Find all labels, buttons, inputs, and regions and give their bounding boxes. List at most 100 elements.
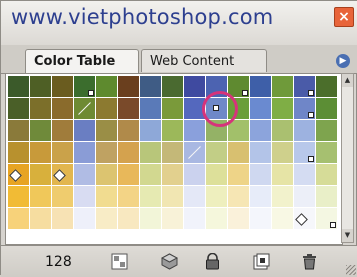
color-swatch[interactable] — [96, 98, 117, 119]
color-swatch[interactable] — [74, 76, 95, 97]
color-swatch[interactable] — [52, 186, 73, 207]
color-swatch[interactable] — [74, 208, 95, 229]
color-swatch[interactable] — [162, 164, 183, 185]
color-swatch[interactable] — [74, 142, 95, 163]
color-swatch[interactable] — [30, 142, 51, 163]
color-swatch[interactable] — [272, 164, 293, 185]
color-swatch[interactable] — [52, 142, 73, 163]
color-swatch[interactable] — [118, 76, 139, 97]
resize-grip-icon[interactable] — [346, 265, 356, 275]
color-swatch[interactable] — [162, 98, 183, 119]
color-swatch[interactable] — [30, 186, 51, 207]
color-swatch[interactable] — [294, 76, 315, 97]
color-swatch[interactable] — [74, 164, 95, 185]
color-swatch[interactable] — [294, 164, 315, 185]
color-swatch[interactable] — [162, 76, 183, 97]
color-swatch[interactable] — [228, 186, 249, 207]
color-swatch[interactable] — [140, 76, 161, 97]
color-swatch[interactable] — [184, 142, 205, 163]
color-swatch[interactable] — [162, 142, 183, 163]
color-swatch[interactable] — [272, 98, 293, 119]
color-swatch[interactable] — [250, 120, 271, 141]
color-swatch[interactable] — [74, 120, 95, 141]
color-swatch[interactable] — [206, 186, 227, 207]
color-swatch[interactable] — [30, 76, 51, 97]
color-swatch[interactable] — [52, 76, 73, 97]
color-swatch[interactable] — [118, 98, 139, 119]
color-swatch[interactable] — [272, 186, 293, 207]
color-swatch[interactable] — [52, 208, 73, 229]
web-shift-icon[interactable] — [111, 253, 128, 270]
color-swatch[interactable] — [140, 208, 161, 229]
color-swatch[interactable] — [316, 76, 337, 97]
color-swatch[interactable] — [96, 142, 117, 163]
color-swatch[interactable] — [8, 98, 29, 119]
scroll-up-arrow-icon[interactable]: ▲ — [342, 74, 353, 87]
swatch-scrollbar[interactable]: ▲ ▼ — [341, 73, 354, 243]
trash-icon[interactable] — [301, 253, 318, 270]
color-swatch[interactable] — [96, 120, 117, 141]
color-swatch[interactable] — [8, 142, 29, 163]
color-swatch[interactable] — [316, 98, 337, 119]
panel-titlebar[interactable]: www.vietphotoshop.com × — [1, 1, 357, 46]
color-swatch[interactable] — [184, 120, 205, 141]
color-swatch[interactable] — [316, 142, 337, 163]
color-swatch[interactable] — [250, 98, 271, 119]
color-swatch[interactable] — [140, 142, 161, 163]
color-swatch[interactable] — [316, 208, 337, 229]
color-swatch[interactable] — [118, 208, 139, 229]
panel-menu-icon[interactable]: ▶ — [336, 54, 350, 68]
color-swatch[interactable] — [294, 186, 315, 207]
color-swatch[interactable] — [294, 120, 315, 141]
color-swatch[interactable] — [228, 76, 249, 97]
color-swatch[interactable] — [8, 164, 29, 185]
scroll-down-arrow-icon[interactable]: ▼ — [342, 229, 353, 242]
color-swatch[interactable] — [162, 120, 183, 141]
color-swatch[interactable] — [184, 98, 205, 119]
color-swatch[interactable] — [272, 208, 293, 229]
color-swatch[interactable] — [206, 98, 227, 119]
color-swatch[interactable] — [206, 208, 227, 229]
color-swatch[interactable] — [184, 186, 205, 207]
color-swatch[interactable] — [250, 76, 271, 97]
tab-color-table[interactable]: Color Table — [25, 49, 139, 73]
color-swatch[interactable] — [294, 208, 315, 229]
color-swatch[interactable] — [140, 98, 161, 119]
color-swatch[interactable] — [30, 164, 51, 185]
color-swatch[interactable] — [184, 164, 205, 185]
color-swatch[interactable] — [118, 186, 139, 207]
color-swatch[interactable] — [206, 120, 227, 141]
color-swatch[interactable] — [206, 76, 227, 97]
color-swatch[interactable] — [30, 208, 51, 229]
color-swatch[interactable] — [96, 164, 117, 185]
color-swatch[interactable] — [228, 142, 249, 163]
new-color-icon[interactable] — [253, 253, 270, 270]
color-swatch[interactable] — [206, 164, 227, 185]
color-swatch[interactable] — [52, 164, 73, 185]
color-swatch[interactable] — [316, 164, 337, 185]
color-swatch[interactable] — [272, 76, 293, 97]
color-swatch[interactable] — [118, 164, 139, 185]
web-snap-icon[interactable] — [161, 253, 178, 270]
color-swatch[interactable] — [316, 186, 337, 207]
color-swatch[interactable] — [206, 142, 227, 163]
color-swatch[interactable] — [294, 142, 315, 163]
color-swatch[interactable] — [228, 98, 249, 119]
tab-web-content[interactable]: Web Content — [141, 49, 267, 72]
color-swatch[interactable] — [294, 98, 315, 119]
color-swatch[interactable] — [272, 142, 293, 163]
color-swatch[interactable] — [30, 98, 51, 119]
color-swatch[interactable] — [74, 186, 95, 207]
color-swatch[interactable] — [118, 120, 139, 141]
color-swatch[interactable] — [184, 208, 205, 229]
color-swatch[interactable] — [74, 98, 95, 119]
color-swatch[interactable] — [228, 120, 249, 141]
color-swatch[interactable] — [316, 120, 337, 141]
color-swatch[interactable] — [140, 164, 161, 185]
color-swatch[interactable] — [52, 120, 73, 141]
close-icon[interactable]: × — [334, 7, 354, 27]
color-swatch[interactable] — [8, 120, 29, 141]
color-swatch[interactable] — [96, 76, 117, 97]
color-swatch[interactable] — [162, 186, 183, 207]
color-swatch[interactable] — [118, 142, 139, 163]
